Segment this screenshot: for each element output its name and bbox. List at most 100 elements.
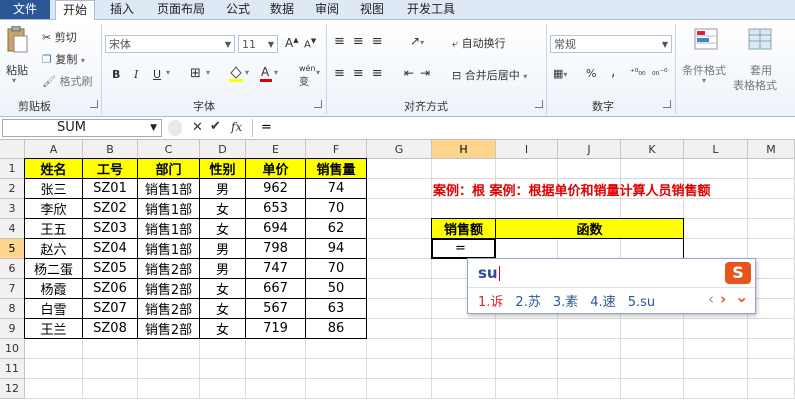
increase-decimal-icon[interactable]: ⁺⁰₀₀ bbox=[630, 68, 646, 78]
table-cell[interactable]: 销售1部 bbox=[137, 178, 200, 199]
row-header-4[interactable]: 4 bbox=[0, 219, 25, 239]
bold-button[interactable]: B bbox=[112, 68, 120, 81]
insert-function-icon[interactable]: fx bbox=[231, 120, 242, 134]
table-cell[interactable]: SZ01 bbox=[82, 178, 138, 199]
tab-formulas[interactable]: 公式 bbox=[220, 0, 256, 19]
ime-candidate-3[interactable]: 3.素 bbox=[553, 295, 578, 310]
row-header-3[interactable]: 3 bbox=[0, 199, 25, 219]
table-cell[interactable]: 销售2部 bbox=[137, 258, 200, 279]
row-header-11[interactable]: 11 bbox=[0, 359, 25, 379]
row-header-12[interactable]: 12 bbox=[0, 379, 25, 399]
number-launcher-icon[interactable] bbox=[663, 100, 671, 108]
font-size-combo[interactable]: 11 ▼ bbox=[238, 35, 278, 53]
table-cell[interactable]: SZ02 bbox=[82, 198, 138, 219]
format-as-table-label-2[interactable]: 表格格式 bbox=[733, 77, 777, 93]
table-cell[interactable]: 张三 bbox=[24, 178, 83, 199]
ime-next-page-icon[interactable]: › bbox=[720, 290, 726, 308]
format-painter-button[interactable]: 🖌 格式刷 bbox=[42, 73, 92, 89]
column-header-f[interactable]: F bbox=[306, 140, 367, 159]
vertical-align-buttons[interactable]: ≡≡≡ bbox=[334, 34, 391, 49]
table-cell[interactable]: 62 bbox=[305, 218, 367, 239]
table-cell[interactable]: 男 bbox=[199, 238, 246, 259]
paste-button[interactable]: 粘贴 bbox=[6, 62, 28, 78]
tab-review[interactable]: 审阅 bbox=[309, 0, 345, 19]
table-cell[interactable]: 63 bbox=[305, 298, 367, 319]
table-cell[interactable]: SZ03 bbox=[82, 218, 138, 239]
table-cell[interactable]: 销售1部 bbox=[137, 198, 200, 219]
phonetic-button[interactable]: wén 变 bbox=[299, 65, 316, 89]
row-header-2[interactable]: 2 bbox=[0, 179, 25, 199]
wrap-text-button[interactable]: ⤶ 自动换行 bbox=[452, 35, 506, 51]
column-header-e[interactable]: E bbox=[246, 140, 306, 159]
table-header-cell[interactable]: 销售量 bbox=[305, 158, 367, 179]
table-cell[interactable]: SZ04 bbox=[82, 238, 138, 259]
table-header-cell[interactable]: 部门 bbox=[137, 158, 200, 179]
decrease-decimal-icon[interactable]: ₀₀⁻⁰ bbox=[652, 68, 668, 78]
column-header-m[interactable]: M bbox=[748, 140, 795, 159]
row-header-6[interactable]: 6 bbox=[0, 259, 25, 279]
ime-prev-page-icon[interactable]: ‹ bbox=[708, 290, 714, 308]
table-cell[interactable]: 杨二蛋 bbox=[24, 258, 83, 279]
active-cell-h5[interactable]: = bbox=[431, 238, 496, 259]
table-cell[interactable]: 719 bbox=[245, 318, 306, 339]
format-as-table-icon[interactable] bbox=[747, 27, 775, 53]
table-cell[interactable]: 王兰 bbox=[24, 318, 83, 339]
tab-developer[interactable]: 开发工具 bbox=[400, 0, 462, 19]
table-cell[interactable]: SZ05 bbox=[82, 258, 138, 279]
shrink-font-button[interactable]: A▼ bbox=[304, 37, 316, 50]
table-cell[interactable]: 销售1部 bbox=[137, 238, 200, 259]
formula-input[interactable]: = bbox=[261, 120, 272, 135]
table-cell[interactable]: 女 bbox=[199, 218, 246, 239]
ime-expand-icon[interactable]: ⌄ bbox=[735, 287, 748, 306]
select-all-corner[interactable] bbox=[0, 140, 25, 159]
table-cell[interactable]: 王五 bbox=[24, 218, 83, 239]
table-cell[interactable]: 694 bbox=[245, 218, 306, 239]
table-cell[interactable]: 销售2部 bbox=[137, 278, 200, 299]
comma-button[interactable]: , bbox=[611, 64, 615, 80]
table-cell[interactable]: 70 bbox=[305, 258, 367, 279]
column-header-c[interactable]: C bbox=[138, 140, 200, 159]
table-cell[interactable]: 赵六 bbox=[24, 238, 83, 259]
number-format-combo[interactable]: 常规 ▼ bbox=[550, 35, 672, 53]
table-cell[interactable]: 李欣 bbox=[24, 198, 83, 219]
table-cell[interactable]: 白雪 bbox=[24, 298, 83, 319]
italic-button[interactable]: I bbox=[134, 68, 138, 81]
column-header-k[interactable]: K bbox=[621, 140, 684, 159]
underline-button[interactable]: U bbox=[153, 68, 161, 81]
table-cell[interactable]: 男 bbox=[199, 258, 246, 279]
fill-color-icon[interactable] bbox=[228, 64, 244, 82]
fill-color-dropdown-icon[interactable]: ▾ bbox=[245, 68, 249, 77]
ime-candidate-4[interactable]: 4.速 bbox=[590, 295, 615, 310]
table-cell[interactable]: 女 bbox=[199, 198, 246, 219]
tab-file[interactable]: 文件 bbox=[0, 0, 50, 19]
phonetic-dropdown-icon[interactable]: ▾ bbox=[316, 68, 320, 77]
column-header-a[interactable]: A bbox=[25, 140, 83, 159]
indent-buttons[interactable]: ⇤⇥ bbox=[404, 66, 436, 80]
table-cell[interactable]: 销售2部 bbox=[137, 298, 200, 319]
table-cell[interactable]: 653 bbox=[245, 198, 306, 219]
table-cell[interactable]: 销售2部 bbox=[137, 318, 200, 339]
tab-insert[interactable]: 插入 bbox=[103, 0, 141, 19]
horizontal-align-buttons[interactable]: ≡≡≡ bbox=[334, 66, 391, 81]
merge-center-button[interactable]: ⊟ 合并后居中 ▾ bbox=[452, 67, 527, 83]
conditional-format-icon[interactable] bbox=[693, 27, 721, 53]
table-cell[interactable]: 销售1部 bbox=[137, 218, 200, 239]
cancel-icon[interactable]: ✕ bbox=[192, 120, 203, 135]
function-cell[interactable] bbox=[495, 238, 684, 259]
ime-candidate-5[interactable]: 5.su bbox=[628, 295, 655, 310]
enter-icon[interactable]: ✔ bbox=[210, 119, 221, 134]
orientation-button[interactable]: ↗▾ bbox=[410, 34, 424, 48]
name-box[interactable]: SUM ▼ bbox=[2, 119, 162, 137]
table-cell[interactable]: 杨霞 bbox=[24, 278, 83, 299]
row-header-1[interactable]: 1 bbox=[0, 159, 25, 179]
table-cell[interactable]: SZ07 bbox=[82, 298, 138, 319]
column-header-b[interactable]: B bbox=[83, 140, 138, 159]
table-cell[interactable]: 女 bbox=[199, 298, 246, 319]
table-cell[interactable]: 94 bbox=[305, 238, 367, 259]
underline-dropdown-icon[interactable]: ▾ bbox=[166, 68, 170, 77]
table-header-cell[interactable]: 性别 bbox=[199, 158, 246, 179]
table-header-cell[interactable]: 姓名 bbox=[24, 158, 83, 179]
column-header-d[interactable]: D bbox=[200, 140, 246, 159]
currency-button[interactable]: ▦▾ bbox=[553, 67, 567, 80]
clipboard-launcher-icon[interactable] bbox=[90, 100, 98, 108]
